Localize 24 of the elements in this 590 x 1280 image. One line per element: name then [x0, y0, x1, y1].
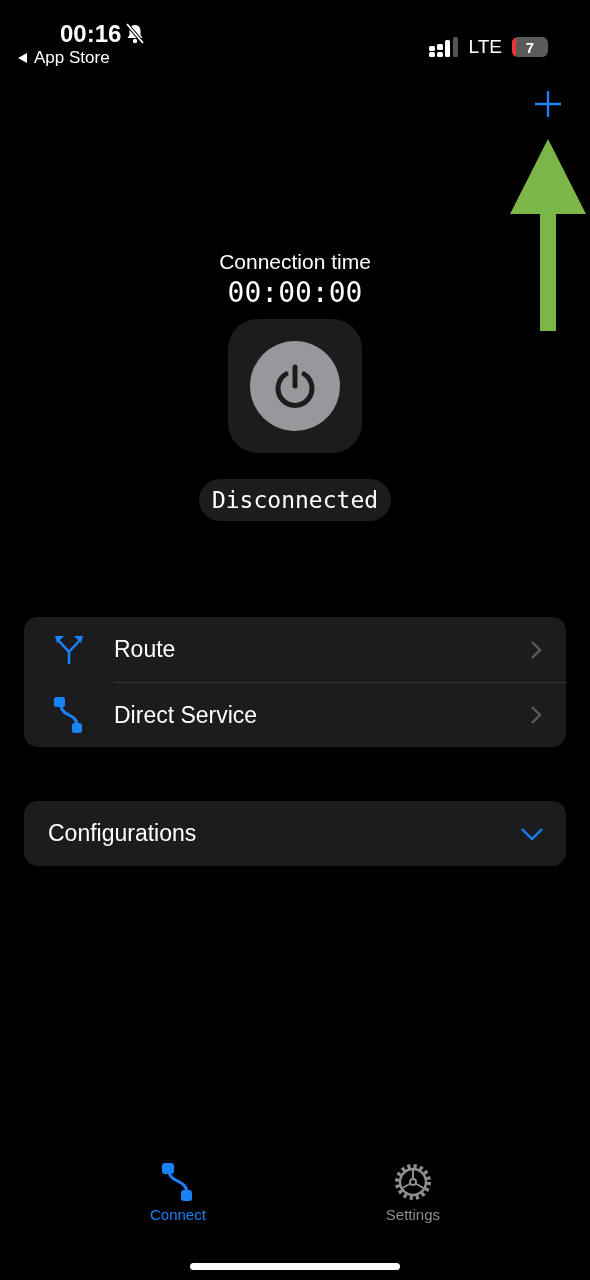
bell-muted-icon	[125, 23, 146, 45]
fork-arrow-icon	[53, 633, 85, 666]
power-button[interactable]	[228, 319, 362, 453]
back-link[interactable]: App Store	[18, 48, 146, 68]
chevron-right-icon	[530, 639, 542, 660]
chevron-down-icon	[520, 826, 544, 841]
connected-nodes-icon	[160, 1162, 195, 1202]
menu-row[interactable]: Direct Service	[24, 682, 566, 747]
add-button[interactable]	[534, 90, 562, 118]
connection-timer: 00:00:00	[227, 276, 363, 309]
status-time: 00:16	[60, 20, 122, 48]
back-triangle-icon	[18, 53, 28, 63]
connection-time-label: Connection time	[219, 250, 371, 274]
battery-indicator: 7	[512, 37, 548, 57]
configurations-row[interactable]: Configurations	[24, 801, 566, 866]
connection-status: Disconnected	[198, 479, 392, 521]
settings-icon	[392, 1162, 433, 1202]
chevron-right-icon	[530, 705, 542, 725]
tab[interactable]: Connect	[149, 1162, 206, 1223]
network-label: LTE	[468, 36, 502, 58]
menu-row[interactable]: Route	[24, 617, 566, 682]
connected-nodes-icon	[53, 695, 85, 734]
tab[interactable]: Settings	[385, 1162, 440, 1223]
signal-icon	[428, 37, 459, 57]
